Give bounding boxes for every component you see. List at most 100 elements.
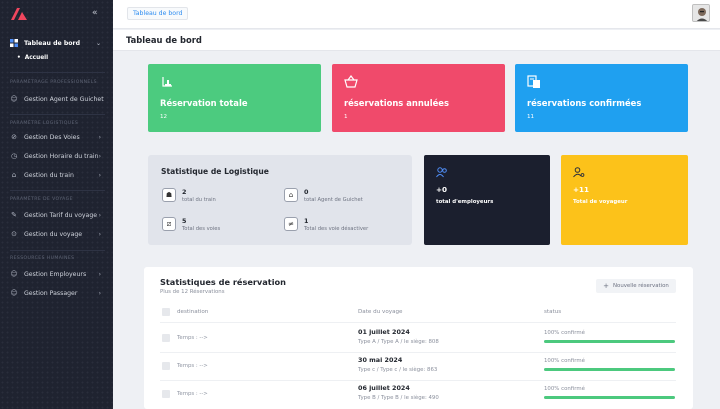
- row-checkbox[interactable]: [162, 390, 170, 398]
- chevron-right-icon: ›: [98, 133, 101, 141]
- user-settings-icon: [573, 167, 585, 178]
- status-text: 100% confirmé: [544, 386, 585, 392]
- stat-voies: ⧄ 5 Total des voies: [162, 217, 272, 237]
- sidebar-item-train[interactable]: ⌂ Gestion du train ›: [0, 168, 113, 182]
- collapse-sidebar-icon[interactable]: «: [92, 8, 98, 18]
- train-icon: ☗: [162, 188, 176, 202]
- avatar[interactable]: [692, 4, 710, 22]
- card-reservations-confirmees[interactable]: réservations confirmées 11: [515, 64, 688, 132]
- card-title: réservations confirmées: [527, 98, 642, 108]
- sidebar-item-employeurs[interactable]: ☺ Gestion Employeurs ›: [0, 267, 113, 281]
- sidebar-item-label: Gestion Tarif du voyage: [24, 211, 98, 219]
- stat-label: Total des voie désactiver: [304, 226, 369, 232]
- tag-icon: ✎: [11, 211, 17, 219]
- travel-detail: Type c / Type c / le siège: 863: [358, 367, 438, 373]
- row-checkbox[interactable]: [162, 362, 170, 370]
- card-reservation-totale[interactable]: Réservation totale 12: [148, 64, 321, 132]
- sidebar-item-tableau-de-bord[interactable]: Tableau de bord ⌄: [0, 36, 113, 50]
- card-value: 1: [344, 114, 348, 120]
- sidebar-item-horaire[interactable]: ◷ Gestion Horaire du train ›: [0, 149, 113, 163]
- card-voyageurs[interactable]: +11 Total de voyageur: [561, 155, 688, 245]
- stat-value: 2: [182, 188, 187, 196]
- travel-detail: Type A / Type A / le siège: 808: [358, 339, 439, 345]
- stat-agents: ⌂ 0 total Agent de Guichet: [284, 188, 394, 208]
- table-row[interactable]: Temps : --> 30 mai 2024 Type c / Type c …: [144, 353, 693, 381]
- section-label: Paramètre Logistiques: [10, 121, 79, 126]
- sidebar-item-label: Gestion Des Voies: [24, 133, 80, 141]
- card-value: 11: [527, 114, 535, 120]
- sidebar-item-label: Gestion du voyage: [24, 230, 83, 238]
- page-header: Tableau de bord: [113, 30, 720, 51]
- clock-icon: ◷: [10, 152, 18, 160]
- users-icon: ☺: [10, 270, 18, 278]
- destination: Temps : -->: [177, 363, 208, 369]
- card-employeurs[interactable]: +0 total d'employeurs: [424, 155, 550, 245]
- table-row[interactable]: Temps : --> 01 juillet 2024 Type A / Typ…: [144, 325, 693, 353]
- stat-value: 1: [304, 217, 309, 225]
- chevron-right-icon: ›: [98, 289, 101, 297]
- divider: [10, 190, 105, 191]
- bank-icon: ⌂: [284, 188, 298, 202]
- chevron-right-icon: ›: [98, 211, 101, 219]
- dashboard-icon: [10, 39, 18, 47]
- card-value: +11: [573, 185, 590, 194]
- breadcrumb[interactable]: Tableau de bord: [127, 7, 189, 20]
- card-title: réservations annulées: [344, 98, 449, 108]
- new-reservation-button[interactable]: + Nouvelle réservation: [596, 279, 676, 293]
- passenger-icon: ☺: [10, 289, 18, 297]
- logistique-panel: Statistique de Logistique ☗ 2 total du t…: [148, 155, 412, 245]
- card-value: +0: [436, 185, 448, 194]
- rail-icon: ⧄: [162, 217, 176, 231]
- section-label: Paramètrage Professionnels: [10, 80, 98, 85]
- sidebar-item-accueil[interactable]: Accueil: [17, 55, 48, 61]
- sidebar-item-voyage[interactable]: ⊙ Gestion du voyage ›: [0, 227, 113, 241]
- sidebar-item-label: Gestion Agent de Guichet: [24, 95, 104, 103]
- status-progress-bar: [544, 340, 675, 343]
- panel-title: Statistique de Logistique: [161, 167, 269, 176]
- row-checkbox[interactable]: [162, 334, 170, 342]
- sidebar-item-label: Gestion Passager: [24, 289, 78, 297]
- route-icon: ⊙: [11, 230, 17, 238]
- status-text: 100% confirmé: [544, 330, 585, 336]
- sidebar-item-agent-guichet[interactable]: ☺ Gestion Agent de Guichet: [0, 92, 113, 106]
- basket-icon: [344, 75, 358, 88]
- not-equal-icon: ≠: [284, 217, 298, 231]
- track-icon: ⊘: [11, 133, 17, 141]
- chevron-right-icon: ›: [98, 230, 101, 238]
- sidebar-item-voies[interactable]: ⊘ Gestion Des Voies ›: [0, 130, 113, 144]
- column-header-status: status: [544, 309, 562, 315]
- divider: [10, 114, 105, 115]
- sidebar-item-tarif[interactable]: ✎ Gestion Tarif du voyage ›: [0, 208, 113, 222]
- divider: [160, 322, 676, 323]
- travel-date: 01 juillet 2024: [358, 328, 410, 336]
- button-label: Nouvelle réservation: [613, 283, 669, 289]
- select-all-checkbox[interactable]: [162, 308, 170, 316]
- divider: [10, 72, 105, 73]
- card-reservations-annulees[interactable]: réservations annulées 1: [332, 64, 505, 132]
- divider: [10, 250, 105, 251]
- user-icon: ☺: [10, 95, 18, 103]
- chevron-down-icon: ⌄: [95, 39, 101, 47]
- status-progress-bar: [544, 396, 675, 399]
- sidebar-item-passager[interactable]: ☺ Gestion Passager ›: [0, 286, 113, 300]
- card-label: total d'employeurs: [436, 199, 494, 205]
- panel-title: Statistiques de réservation: [160, 277, 286, 287]
- stat-value: 5: [182, 217, 187, 225]
- chevron-right-icon: ›: [98, 171, 101, 179]
- stamp-icon: [162, 77, 172, 87]
- topbar: Tableau de bord: [113, 0, 720, 29]
- table-row[interactable]: Temps : --> 06 juillet 2024 Type B / Typ…: [144, 381, 693, 409]
- stat-value: 0: [304, 188, 309, 196]
- travel-date: 30 mai 2024: [358, 356, 403, 364]
- travel-date: 06 juillet 2024: [358, 384, 410, 392]
- sidebar-item-label: Gestion Horaire du train: [24, 152, 99, 160]
- logo: [11, 8, 27, 20]
- users-icon: [436, 167, 447, 178]
- chevron-right-icon: ›: [98, 270, 101, 278]
- sidebar: « Tableau de bord ⌄ Accueil Paramètrage …: [0, 0, 113, 409]
- stat-label: Total des voies: [182, 226, 221, 232]
- card-title: Réservation totale: [160, 98, 248, 108]
- stat-label: total Agent de Guichet: [304, 197, 363, 203]
- panel-subtitle: Plus de 12 Réservations: [160, 289, 225, 295]
- reservations-panel: Statistiques de réservation Plus de 12 R…: [144, 267, 693, 409]
